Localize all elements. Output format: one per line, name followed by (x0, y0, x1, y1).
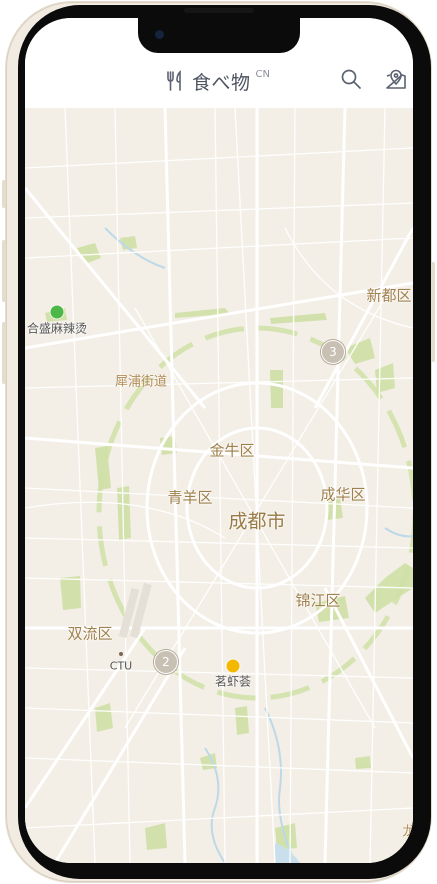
cluster-marker[interactable]: 3 (321, 340, 345, 364)
district-label-xindu: 新都区 (366, 286, 412, 305)
poi-pin-hesheng[interactable] (50, 305, 64, 319)
district-label-xipu: 犀浦街道 (114, 374, 168, 390)
search-icon[interactable] (340, 68, 362, 90)
map-pin-icon[interactable] (385, 68, 407, 90)
airport-marker (119, 652, 123, 656)
region-code: CN (255, 68, 270, 80)
app-title: 食べ物 (192, 71, 251, 94)
phone-screen: 食べ物 CN 成都市 金牛区 青羊区 成华区 锦江区 双流区 新都区 犀浦街道 … (25, 18, 413, 863)
poi-label-mingxiahui[interactable]: 茗虾荟 (215, 673, 251, 690)
speaker-grille (184, 8, 254, 13)
edge-label: 龙 (402, 824, 413, 840)
volume-up-button (2, 240, 6, 302)
power-button (431, 262, 435, 362)
district-label-chenghua: 成华区 (320, 485, 366, 504)
district-label-shuangliu: 双流区 (67, 624, 113, 643)
notch (138, 18, 300, 53)
mute-switch (2, 180, 6, 208)
cluster-marker[interactable]: 2 (154, 650, 178, 674)
fork-knife-icon (165, 70, 185, 92)
brand[interactable]: 食べ物 CN (165, 68, 270, 94)
district-label-jinjiang: 锦江区 (295, 591, 341, 610)
map-view[interactable]: 成都市 金牛区 青羊区 成华区 锦江区 双流区 新都区 犀浦街道 龙 CTU 合… (25, 108, 413, 863)
airport-label: CTU (109, 659, 133, 673)
front-camera (155, 30, 164, 39)
city-label: 成都市 (228, 510, 286, 533)
district-label-jinniu: 金牛区 (209, 441, 255, 460)
district-label-qingyang: 青羊区 (167, 488, 213, 507)
volume-down-button (2, 322, 6, 384)
poi-label-hesheng[interactable]: 合盛麻辣烫 (27, 320, 87, 337)
poi-pin-mingxiahui[interactable] (226, 659, 240, 673)
